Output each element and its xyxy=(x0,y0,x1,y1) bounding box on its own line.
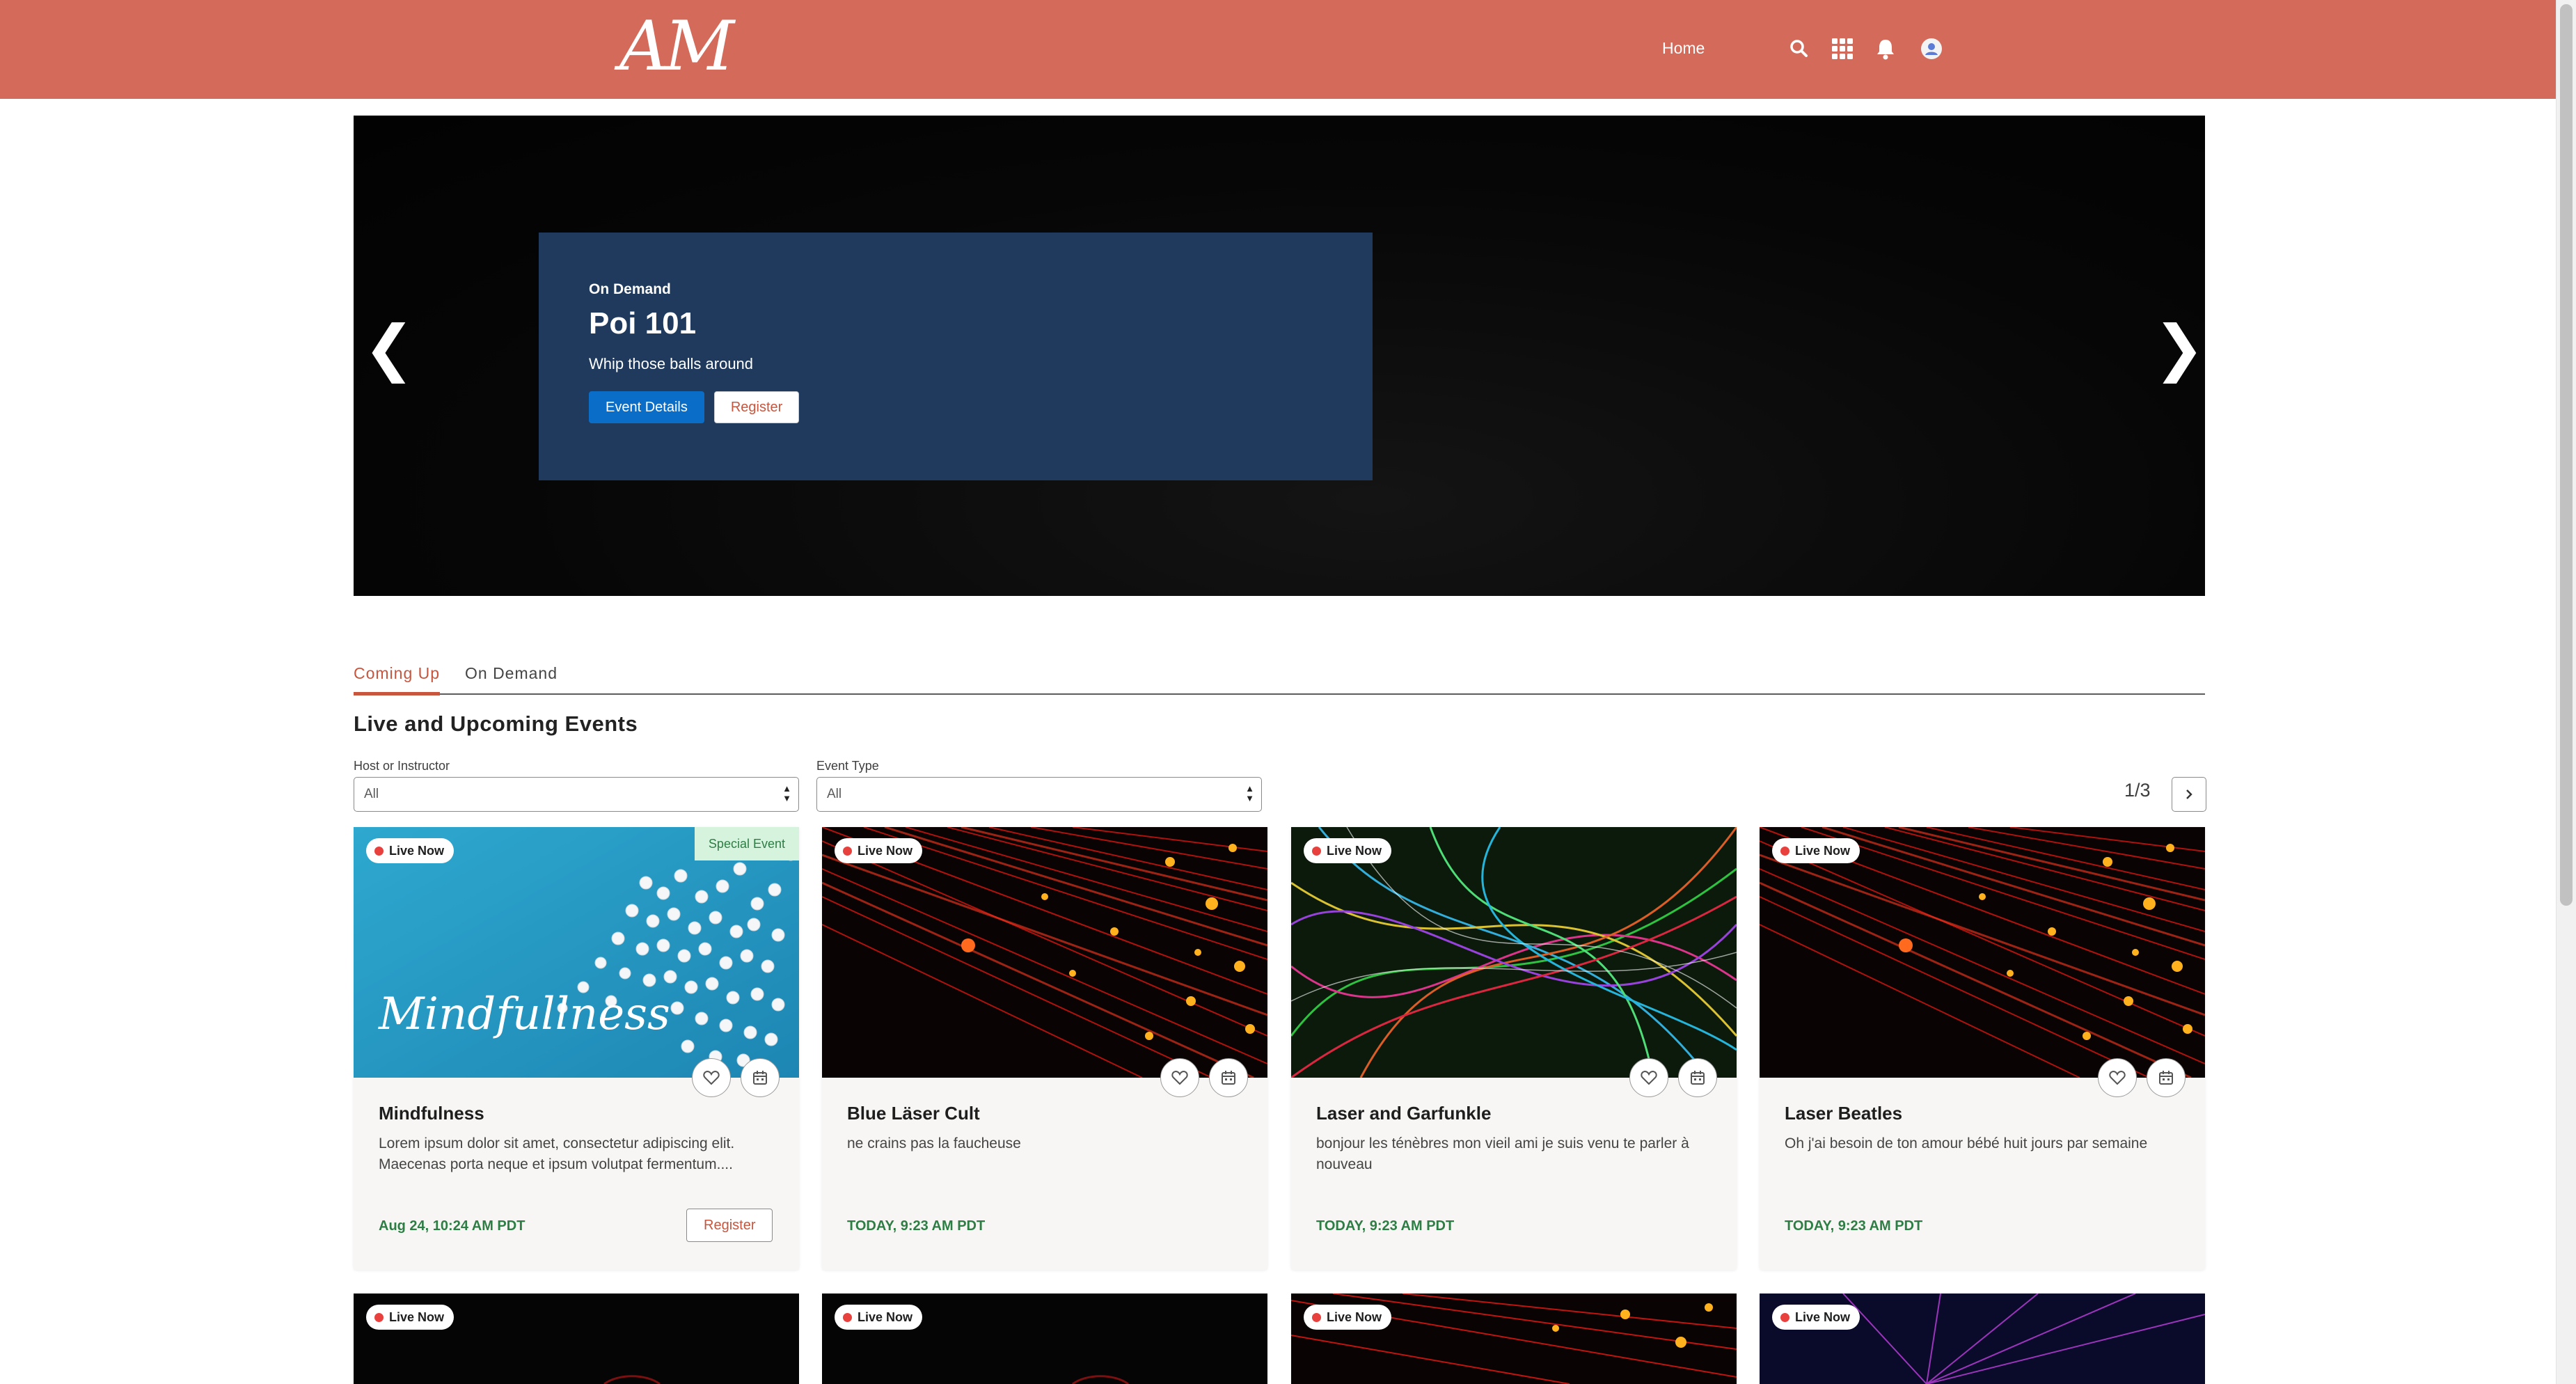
live-now-badge: Live Now xyxy=(1304,838,1392,863)
live-badge-text: Live Now xyxy=(858,1310,913,1324)
live-dot-icon xyxy=(1780,846,1789,856)
event-card-partial[interactable]: Live Now xyxy=(1760,1293,2205,1384)
card-actions xyxy=(692,1058,780,1097)
carousel-next-arrow-icon[interactable]: ❯ xyxy=(2154,317,2205,380)
hero-subtitle: Whip those balls around xyxy=(589,355,754,372)
live-dot-icon xyxy=(374,1312,384,1322)
app-launcher-icon[interactable] xyxy=(1830,36,1855,61)
event-card-date: TODAY, 9:23 AM PDT xyxy=(1316,1218,1455,1234)
card-register-button[interactable]: Register xyxy=(686,1209,773,1242)
event-card-title[interactable]: Blue Läser Cult xyxy=(847,1103,980,1124)
live-badge-text: Live Now xyxy=(389,1310,445,1324)
add-to-calendar-icon[interactable] xyxy=(2147,1058,2186,1097)
live-badge-text: Live Now xyxy=(1795,843,1851,858)
event-card[interactable]: Live Now Laser and Garfunkle bonjour les… xyxy=(1291,827,1737,1270)
card-actions xyxy=(1160,1058,1248,1097)
favorite-heart-icon[interactable] xyxy=(1160,1058,1199,1097)
live-dot-icon xyxy=(1312,1312,1321,1322)
event-card-date: Aug 24, 10:24 AM PDT xyxy=(379,1218,526,1234)
tab-on-demand[interactable]: On Demand xyxy=(465,664,558,683)
add-to-calendar-icon[interactable] xyxy=(1678,1058,1717,1097)
select-updown-icon: ▲ ▼ xyxy=(782,783,791,803)
live-badge-text: Live Now xyxy=(1327,843,1382,858)
live-now-badge: Live Now xyxy=(1304,1305,1392,1330)
event-card[interactable]: Live Now Laser Beatles Oh j'ai besoin de… xyxy=(1760,827,2205,1270)
hero-eyebrow: On Demand xyxy=(589,281,671,297)
page-scrollbar[interactable] xyxy=(2556,0,2576,1384)
event-card-date: TODAY, 9:23 AM PDT xyxy=(847,1218,986,1234)
event-card-date: TODAY, 9:23 AM PDT xyxy=(1785,1218,1923,1234)
mindfulness-image-text: Mindfullness xyxy=(378,989,670,1040)
pager-text: 1/3 xyxy=(2124,780,2151,801)
live-now-badge: Live Now xyxy=(366,1305,455,1330)
event-card-description: bonjour les ténèbres mon vieil ami je su… xyxy=(1316,1135,1689,1172)
live-now-badge: Live Now xyxy=(835,1305,923,1330)
live-badge-text: Live Now xyxy=(858,843,913,858)
event-card-description: Oh j'ai besoin de ton amour bébé huit jo… xyxy=(1785,1135,2148,1151)
event-details-button[interactable]: Event Details xyxy=(589,391,704,423)
event-card-partial[interactable]: Live Now xyxy=(822,1293,1267,1384)
event-card[interactable]: Live Now Blue Läser Cult ne crains pas l… xyxy=(822,827,1267,1270)
event-card-image xyxy=(1760,827,2205,1078)
event-card-partial[interactable]: Live Now xyxy=(1291,1293,1737,1384)
brand-logo[interactable]: AM xyxy=(619,13,734,81)
special-event-badge: Special Event xyxy=(694,827,799,860)
event-type-filter-label: Event Type xyxy=(816,759,879,773)
host-filter-label: Host or Instructor xyxy=(354,759,450,773)
add-to-calendar-icon[interactable] xyxy=(1209,1058,1248,1097)
live-now-badge: Live Now xyxy=(835,838,923,863)
event-card-description: ne crains pas la faucheuse xyxy=(847,1135,1021,1151)
notifications-bell-icon[interactable] xyxy=(1873,36,1898,61)
event-card-image xyxy=(1291,827,1737,1078)
hero-carousel: ❮ ❯ On Demand Poi 101 Whip those balls a… xyxy=(354,116,2205,596)
card-actions xyxy=(2098,1058,2186,1097)
live-badge-text: Live Now xyxy=(1327,1310,1382,1324)
hero-buttons: Event Details Register xyxy=(589,391,1322,423)
pager-next-button[interactable] xyxy=(2172,777,2206,812)
top-header: AM Home xyxy=(0,0,2556,99)
favorite-heart-icon[interactable] xyxy=(692,1058,731,1097)
tab-coming-up[interactable]: Coming Up xyxy=(354,664,441,695)
live-badge-text: Live Now xyxy=(389,843,445,858)
event-card-image: Mindfullness xyxy=(354,827,799,1078)
event-card-title[interactable]: Laser Beatles xyxy=(1785,1103,1902,1124)
event-card-partial[interactable]: Live Now xyxy=(354,1293,799,1384)
event-card-title[interactable]: Mindfulness xyxy=(379,1103,484,1124)
event-card-image xyxy=(822,827,1267,1078)
live-dot-icon xyxy=(1312,846,1321,856)
events-tabs: Coming Up On Demand xyxy=(354,659,2205,695)
hero-title: Poi 101 xyxy=(589,306,697,340)
hero-register-button[interactable]: Register xyxy=(713,391,800,423)
live-now-badge: Live Now xyxy=(1772,838,1860,863)
live-now-badge: Live Now xyxy=(1772,1305,1860,1330)
live-dot-icon xyxy=(843,846,852,856)
live-now-badge: Live Now xyxy=(366,838,455,863)
nav-home-link[interactable]: Home xyxy=(1662,39,1705,58)
event-card-title[interactable]: Laser and Garfunkle xyxy=(1316,1103,1491,1124)
chevron-right-icon xyxy=(2186,789,2192,799)
scrollbar-thumb[interactable] xyxy=(2560,4,2573,906)
host-filter-select[interactable]: All ▲ ▼ xyxy=(354,777,799,812)
live-dot-icon xyxy=(374,846,384,856)
hero-info-panel: On Demand Poi 101 Whip those balls aroun… xyxy=(539,233,1373,480)
event-card[interactable]: Mindfullness Live Now Special Event Mind… xyxy=(354,827,799,1270)
favorite-heart-icon[interactable] xyxy=(1629,1058,1668,1097)
live-dot-icon xyxy=(1780,1312,1789,1322)
select-updown-icon: ▲ ▼ xyxy=(1245,783,1254,803)
event-type-filter-select[interactable]: All ▲ ▼ xyxy=(816,777,1262,812)
live-dot-icon xyxy=(843,1312,852,1322)
event-type-filter-value: All xyxy=(827,787,842,801)
add-to-calendar-icon[interactable] xyxy=(741,1058,780,1097)
favorite-heart-icon[interactable] xyxy=(2098,1058,2137,1097)
search-icon[interactable] xyxy=(1787,36,1812,61)
event-card-description: Lorem ipsum dolor sit amet, consectetur … xyxy=(379,1135,735,1172)
section-title: Live and Upcoming Events xyxy=(354,711,638,736)
host-filter-value: All xyxy=(364,787,379,801)
live-badge-text: Live Now xyxy=(1795,1310,1851,1324)
user-avatar-icon[interactable] xyxy=(1919,36,1944,61)
carousel-prev-arrow-icon[interactable]: ❮ xyxy=(363,317,415,380)
card-actions xyxy=(1629,1058,1717,1097)
